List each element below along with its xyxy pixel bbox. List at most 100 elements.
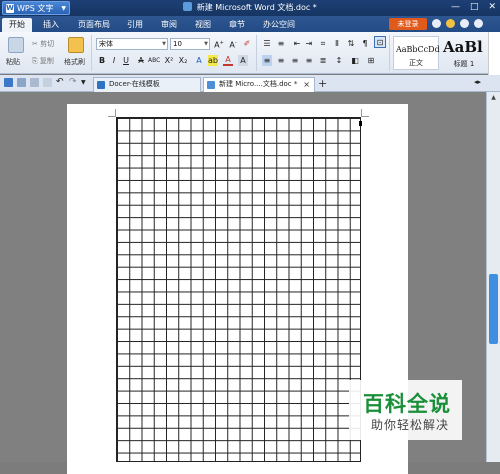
minimize-icon[interactable]: — <box>451 2 460 12</box>
borders-icon[interactable]: ⊞ <box>366 55 376 66</box>
tab-list-icon[interactable]: ◂▸ <box>474 78 483 87</box>
skin-icon[interactable] <box>432 19 441 28</box>
close-tab-icon[interactable]: × <box>303 78 310 91</box>
font-size-select[interactable]: 10 ▼ <box>170 38 210 50</box>
chevron-down-icon: ▼ <box>162 41 166 47</box>
style-heading-1[interactable]: AaBl 标题 1 <box>441 36 487 70</box>
text-effect-icon[interactable]: A <box>194 55 204 66</box>
distributed-icon[interactable]: ≣ <box>318 55 328 66</box>
decrease-indent-icon[interactable]: ⇤ <box>292 38 302 49</box>
maximize-icon[interactable]: □ <box>470 2 479 12</box>
increase-indent-icon[interactable]: ⇥ <box>304 38 314 49</box>
highlight-icon[interactable]: ab <box>208 55 218 66</box>
font-name-value: 宋体 <box>99 40 113 48</box>
document-icon <box>183 2 193 11</box>
copy-icon: ⎘ <box>32 57 38 65</box>
style-normal[interactable]: AaBbCcDd 正文 <box>393 36 440 70</box>
style-heading-sample: AaBl <box>443 38 483 56</box>
new-tab-button[interactable]: + <box>318 77 327 90</box>
grow-font-icon[interactable]: A+ <box>214 38 224 51</box>
tab-home[interactable]: 开始 <box>2 18 32 32</box>
login-button[interactable]: 未登录 <box>389 18 427 30</box>
format-painter-label[interactable]: 格式刷 <box>64 57 85 67</box>
save-icon[interactable] <box>4 78 13 87</box>
print-preview-icon[interactable] <box>30 78 39 87</box>
help-icon[interactable] <box>460 19 469 28</box>
copy-button[interactable]: ⎘ 复制 <box>32 56 54 66</box>
italic-icon[interactable]: I <box>109 55 119 66</box>
numbered-list-icon[interactable]: ≡ <box>276 38 286 49</box>
select-icon[interactable]: ⊡ <box>374 36 386 48</box>
watermark-logo: 百科全说 助你轻松解决 <box>349 380 462 440</box>
docer-icon <box>97 81 105 89</box>
redo-icon[interactable]: ↷ <box>69 78 78 87</box>
tab-insert[interactable]: 插入 <box>38 18 64 32</box>
watermark-brand: 百科全说 <box>363 392 451 416</box>
tab-review[interactable]: 审阅 <box>156 18 182 32</box>
justify-icon[interactable]: ≡ <box>304 55 314 66</box>
settings-icon[interactable] <box>474 19 483 28</box>
window-title: 新建 Microsoft Word 文档.doc * <box>0 2 500 13</box>
font-color-icon[interactable]: A <box>223 55 233 66</box>
superscript-icon[interactable]: X² <box>164 55 174 66</box>
tab-page-layout[interactable]: 页面布局 <box>73 18 115 32</box>
style-heading-name: 标题 1 <box>453 60 475 68</box>
document-tab-bar: ↶ ↷ ▼ Docer-在线模板 新建 Micro....文档.doc * × … <box>0 75 500 92</box>
align-right-icon[interactable]: ≡ <box>290 55 300 66</box>
bold-icon[interactable]: B <box>97 55 107 66</box>
export-pdf-icon[interactable] <box>43 78 52 87</box>
text-cursor <box>359 121 362 126</box>
divider <box>389 35 390 71</box>
style-normal-sample: AaBbCcDd <box>396 45 440 54</box>
window-controls: — □ ✕ <box>451 2 496 12</box>
doc-tab-current[interactable]: 新建 Micro....文档.doc * × <box>203 77 315 92</box>
style-normal-name: 正文 <box>409 59 423 67</box>
tab-references[interactable]: 引用 <box>122 18 148 32</box>
text-direction-icon[interactable]: Ⅱ <box>332 38 342 49</box>
font-name-select[interactable]: 宋体 ▼ <box>96 38 168 50</box>
subscript-icon[interactable]: X₂ <box>178 55 188 66</box>
chevron-down-icon[interactable]: ▼ <box>81 78 90 87</box>
paste-icon[interactable] <box>8 37 24 53</box>
window-title-text: 新建 Microsoft Word 文档.doc * <box>196 3 317 12</box>
clear-format-icon[interactable]: ✐ <box>242 38 252 49</box>
bulb-icon[interactable] <box>446 19 455 28</box>
show-marks-icon[interactable]: ¶ <box>360 38 370 49</box>
scroll-up-icon[interactable]: ▲ <box>489 94 498 102</box>
font-size-value: 10 <box>173 40 182 48</box>
watermark-tagline: 助你轻松解决 <box>371 418 450 432</box>
margin-corner-mark <box>108 109 116 117</box>
ribbon-toolbar: 粘贴 ✂ 剪切 ⎘ 复制 格式刷 宋体 ▼ 10 ▼ A+ A- ✐ B I U A… <box>0 32 500 74</box>
grid-table[interactable] <box>116 117 361 462</box>
line-spacing-icon[interactable]: ↕ <box>334 55 344 66</box>
print-icon[interactable] <box>17 78 26 87</box>
close-icon[interactable]: ✕ <box>488 2 496 12</box>
margin-corner-mark <box>361 109 369 117</box>
document-icon <box>207 81 215 89</box>
underline-icon[interactable]: U <box>121 55 131 66</box>
chinese-layout-icon[interactable]: ⌗ <box>318 38 328 49</box>
tab-view[interactable]: 视图 <box>190 18 216 32</box>
doc-tab-docer[interactable]: Docer-在线模板 <box>93 77 201 92</box>
scissors-icon: ✂ <box>32 40 38 48</box>
chevron-down-icon: ▼ <box>204 41 208 47</box>
strikethrough-icon[interactable]: A <box>136 55 146 66</box>
paste-label[interactable]: 粘贴 <box>6 57 20 67</box>
tab-office-space[interactable]: 办公空间 <box>258 18 300 32</box>
sort-icon[interactable]: ⇅ <box>346 38 356 49</box>
shrink-font-icon[interactable]: A- <box>228 38 238 51</box>
vertical-scrollbar[interactable]: ▲ <box>486 92 500 462</box>
cut-button[interactable]: ✂ 剪切 <box>32 39 54 49</box>
char-shading-icon[interactable]: A <box>238 55 248 66</box>
align-left-icon[interactable]: ≡ <box>262 55 272 66</box>
double-strikethrough-icon[interactable]: ABC <box>148 55 160 66</box>
shading-icon[interactable]: ◧ <box>350 55 360 66</box>
scroll-thumb[interactable] <box>489 274 498 344</box>
divider <box>256 35 257 71</box>
undo-icon[interactable]: ↶ <box>56 78 65 87</box>
align-center-icon[interactable]: ≡ <box>276 55 286 66</box>
format-painter-icon[interactable] <box>68 37 84 53</box>
bullet-list-icon[interactable]: ☰ <box>262 38 272 49</box>
tab-section[interactable]: 章节 <box>224 18 250 32</box>
doc-tab-label: 新建 Micro....文档.doc * <box>219 80 298 88</box>
